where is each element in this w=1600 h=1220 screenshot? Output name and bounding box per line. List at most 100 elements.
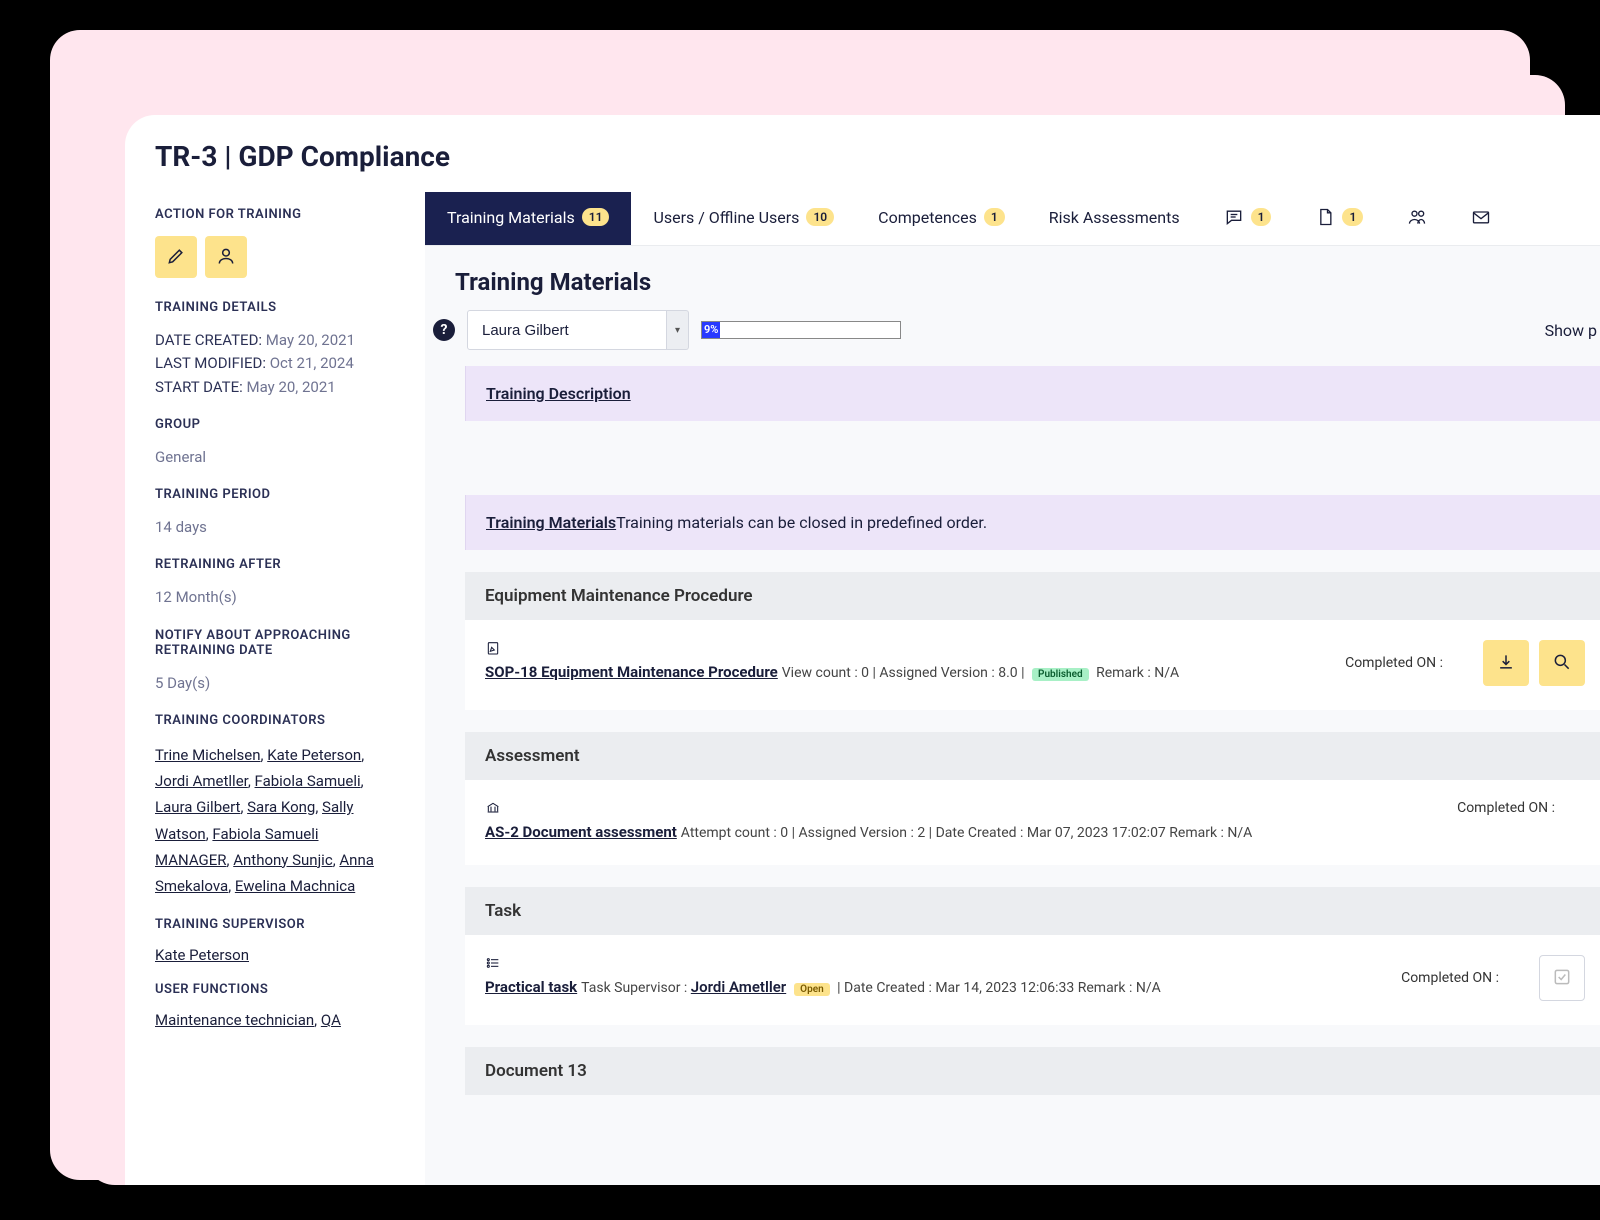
edit-icon (485, 640, 501, 656)
last-modified-value: Oct 21, 2024 (270, 354, 354, 372)
user-select-input[interactable] (467, 310, 667, 350)
tab-risk-assessments[interactable]: Risk Assessments (1027, 192, 1202, 245)
coordinators-label: TRAINING COORDINATORS (155, 713, 395, 728)
supervisor-label: TRAINING SUPERVISOR (155, 917, 395, 932)
tab-chat[interactable]: 1 (1202, 191, 1294, 245)
show-link[interactable]: Show p (1545, 321, 1597, 340)
tab-label: Competences (878, 208, 977, 227)
item-title-link[interactable]: Practical task (485, 978, 577, 996)
coordinator-link[interactable]: Trine Michelsen (155, 746, 261, 764)
user-select-dropdown-button[interactable]: ▾ (667, 310, 689, 350)
status-pill: Open (794, 983, 830, 996)
search-button[interactable] (1539, 640, 1585, 686)
tab-competences[interactable]: Competences 1 (856, 192, 1027, 245)
progress-label: 9% (704, 322, 718, 338)
start-date-label: START DATE: (155, 378, 243, 396)
tab-badge: 1 (1251, 208, 1272, 226)
period-value: 14 days (155, 516, 395, 539)
coordinator-link[interactable]: Anthony Sunjic (233, 851, 332, 869)
status-pill: Published (1032, 668, 1089, 681)
tab-training-materials[interactable]: Training Materials 11 (425, 192, 631, 245)
tab-label: Risk Assessments (1049, 208, 1180, 227)
item-title-link[interactable]: SOP-18 Equipment Maintenance Procedure (485, 663, 778, 681)
completed-on-label: Completed ON : (1345, 655, 1443, 671)
completed-on-label: Completed ON : (1401, 970, 1499, 986)
user-icon (216, 246, 236, 269)
users-icon (1407, 207, 1427, 227)
notify-label: NOTIFY ABOUT APPROACHING RETRAINING DATE (155, 628, 395, 658)
date-created-label: DATE CREATED: (155, 331, 262, 349)
group-value: General (155, 446, 395, 469)
coordinator-link[interactable]: Jordi Ametller (155, 772, 248, 790)
group-label: GROUP (155, 417, 395, 432)
tab-users[interactable] (1385, 191, 1449, 245)
retrain-label: RETRAINING AFTER (155, 557, 395, 572)
edit-training-button[interactable] (155, 236, 197, 278)
supervisor-link[interactable]: Jordi Ametller (691, 978, 786, 996)
doc-icon (1315, 207, 1335, 227)
coordinator-link[interactable]: Sara Kong (247, 798, 315, 816)
coordinators-list: Trine Michelsen, Kate Peterson, Jordi Am… (155, 742, 395, 900)
tab-badge: 1 (984, 208, 1005, 226)
tab-label: Users / Offline Users (653, 208, 799, 227)
user-functions-label: USER FUNCTIONS (155, 982, 395, 997)
training-materials-note: Training materials can be closed in pred… (616, 513, 987, 532)
page-title: TR-3 | GDP Compliance (125, 115, 1600, 191)
list-icon (485, 955, 501, 971)
item-meta: Remark : N/A (1093, 665, 1180, 681)
notify-value: 5 Day(s) (155, 672, 395, 695)
user-function-link[interactable]: Maintenance technician (155, 1011, 314, 1029)
check-button[interactable] (1539, 955, 1585, 1001)
tabs-bar: Training Materials11Users / Offline User… (425, 191, 1600, 246)
check-icon (1552, 967, 1572, 990)
supervisor-label: Task Supervisor : (581, 980, 691, 996)
last-modified-label: LAST MODIFIED: (155, 354, 266, 372)
main-window: TR-3 | GDP Compliance ACTION FOR TRAININ… (125, 115, 1600, 1185)
supervisor-link[interactable]: Kate Peterson (155, 946, 249, 964)
coordinator-link[interactable]: Kate Peterson (267, 746, 361, 764)
user-action-button[interactable] (205, 236, 247, 278)
tab-badge: 10 (806, 208, 834, 226)
coordinator-link[interactable]: Fabiola Samueli (255, 772, 361, 790)
training-materials-link[interactable]: Training Materials (486, 513, 616, 532)
item-meta: View count : 0 | Assigned Version : 8.0 … (782, 665, 1028, 681)
tab-badge: 11 (582, 208, 610, 226)
training-dates: DATE CREATED: May 20, 2021 LAST MODIFIED… (155, 329, 395, 399)
date-created-value: May 20, 2021 (266, 331, 355, 349)
category-header: Task (465, 887, 1600, 935)
tab-label: Training Materials (447, 208, 575, 227)
sidebar-action-heading: ACTION FOR TRAINING (155, 207, 395, 222)
chat-icon (1224, 207, 1244, 227)
section-title: Training Materials (425, 246, 1600, 310)
main-panel: Training Materials11Users / Offline User… (425, 191, 1600, 1185)
help-icon[interactable]: ? (433, 319, 455, 341)
tab-users-offline-users[interactable]: Users / Offline Users 10 (631, 192, 856, 245)
item-meta: Attempt count : 0 | Assigned Version : 2… (681, 825, 1253, 841)
period-label: TRAINING PERIOD (155, 487, 395, 502)
coordinator-link[interactable]: Laura Gilbert (155, 798, 240, 816)
retrain-value: 12 Month(s) (155, 586, 395, 609)
user-function-link[interactable]: QA (321, 1011, 341, 1029)
download-button[interactable] (1483, 640, 1529, 686)
bank-icon (485, 800, 501, 816)
progress-bar: 9% (701, 321, 901, 339)
search-icon (1552, 652, 1572, 675)
user-functions-list: Maintenance technician, QA (155, 1011, 395, 1029)
sidebar: ACTION FOR TRAINING TRAINING DETAILS DAT… (125, 191, 425, 1185)
completed-on-label: Completed ON : (1457, 800, 1555, 816)
training-description-bar[interactable]: Training Description (465, 366, 1600, 421)
category-header: Equipment Maintenance Procedure (465, 572, 1600, 620)
category-header: Document 13 (465, 1047, 1600, 1095)
training-item-card: AS-2 Document assessment Attempt count :… (465, 780, 1600, 865)
tab-mail[interactable] (1449, 191, 1513, 245)
category-header: Assessment (465, 732, 1600, 780)
item-title-link[interactable]: AS-2 Document assessment (485, 823, 677, 841)
tab-doc[interactable]: 1 (1293, 191, 1385, 245)
training-item-card: Practical task Task Supervisor : Jordi A… (465, 935, 1600, 1025)
download-icon (1496, 652, 1516, 675)
tab-badge: 1 (1342, 208, 1363, 226)
coordinator-link[interactable]: Ewelina Machnica (235, 877, 355, 895)
training-materials-note-bar: Training MaterialsTraining materials can… (465, 495, 1600, 550)
sidebar-details-heading: TRAINING DETAILS (155, 300, 395, 315)
training-description-link[interactable]: Training Description (486, 384, 631, 403)
